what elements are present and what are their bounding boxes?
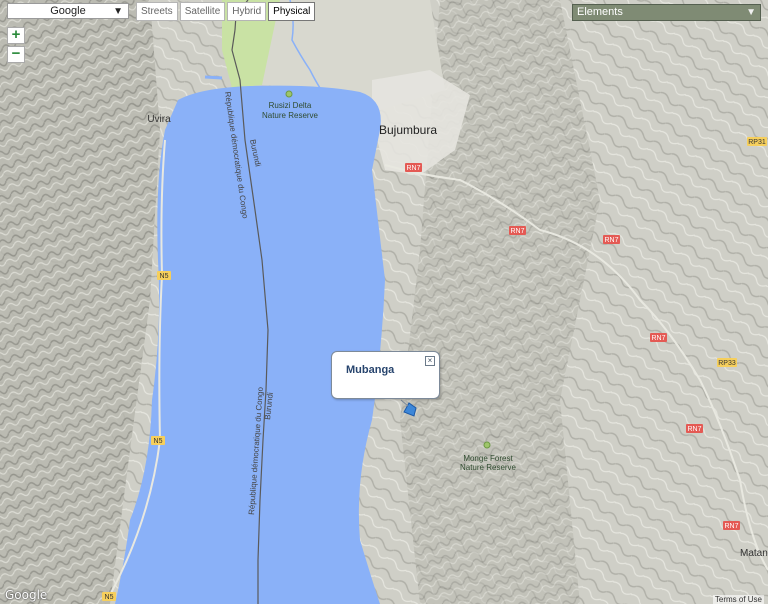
city-label-matana: Matana	[740, 548, 768, 559]
svg-text:RN7: RN7	[510, 228, 524, 235]
road-shield-rn7: RN7	[405, 163, 422, 172]
park-icon	[483, 441, 491, 449]
park-icon	[285, 90, 293, 98]
map-type-satellite-button[interactable]: Satellite	[179, 2, 226, 21]
poi-label-rusizi-1: Rusizi Delta	[269, 101, 312, 110]
zoom-control: + −	[7, 27, 25, 63]
map-type-physical-button[interactable]: Physical	[268, 2, 316, 21]
poi-label-rusizi-2: Nature Reserve	[262, 111, 319, 120]
google-logo: Google	[5, 588, 48, 602]
map-provider-select[interactable]: Google ▼	[7, 3, 129, 19]
road-shield-n5: N5	[151, 436, 165, 445]
svg-text:RP33: RP33	[718, 360, 736, 367]
svg-text:RN7: RN7	[724, 523, 738, 530]
map-type-group: Streets Satellite Hybrid Physical	[136, 2, 316, 21]
road-shield-n5: N5	[157, 271, 171, 280]
road-shield-rp33: RP33	[717, 358, 737, 367]
svg-text:N5: N5	[160, 273, 169, 280]
map-provider-value: Google	[50, 5, 86, 17]
poi-label-monge-1: Monge Forest	[463, 454, 513, 463]
svg-text:N5: N5	[105, 594, 114, 601]
road-shield-rn7: RN7	[509, 226, 526, 235]
dropdown-arrow-icon: ▼	[746, 7, 756, 18]
map-type-streets-button[interactable]: Streets	[136, 2, 178, 21]
zoom-out-button[interactable]: −	[7, 46, 25, 63]
river-mouth	[204, 75, 223, 80]
road-shield-rn7: RN7	[650, 333, 667, 342]
map-type-hybrid-button[interactable]: Hybrid	[227, 2, 267, 21]
info-popup: Mubanga ×	[331, 351, 440, 399]
svg-text:RP31: RP31	[748, 139, 766, 146]
zoom-in-button[interactable]: +	[7, 27, 25, 44]
city-label-bujumbura: Bujumbura	[379, 123, 437, 137]
road-shield-rn7: RN7	[603, 235, 620, 244]
close-icon[interactable]: ×	[425, 356, 435, 366]
road-shield-rn7: RN7	[723, 521, 740, 530]
road-shield-n5: N5	[102, 592, 116, 601]
svg-text:RN7: RN7	[604, 237, 618, 244]
city-label-uvira: Uvira	[147, 114, 171, 125]
svg-text:N5: N5	[154, 438, 163, 445]
road-shield-rp31: RP31	[747, 137, 767, 146]
svg-text:RN7: RN7	[406, 165, 420, 172]
poi-label-monge-2: Nature Reserve	[460, 463, 517, 472]
road-shield-rn7: RN7	[686, 424, 703, 433]
map-canvas[interactable]: Bujumbura Uvira Rusizi Delta Nature Rese…	[0, 0, 768, 604]
svg-text:RN7: RN7	[651, 335, 665, 342]
elements-label: Elements	[577, 6, 623, 18]
dropdown-arrow-icon: ▼	[113, 6, 123, 17]
terms-of-use-link[interactable]: Terms of Use	[712, 595, 764, 604]
svg-text:RN7: RN7	[687, 426, 701, 433]
elements-dropdown[interactable]: Elements ▼	[572, 4, 761, 21]
popup-title: Mubanga	[346, 364, 395, 376]
